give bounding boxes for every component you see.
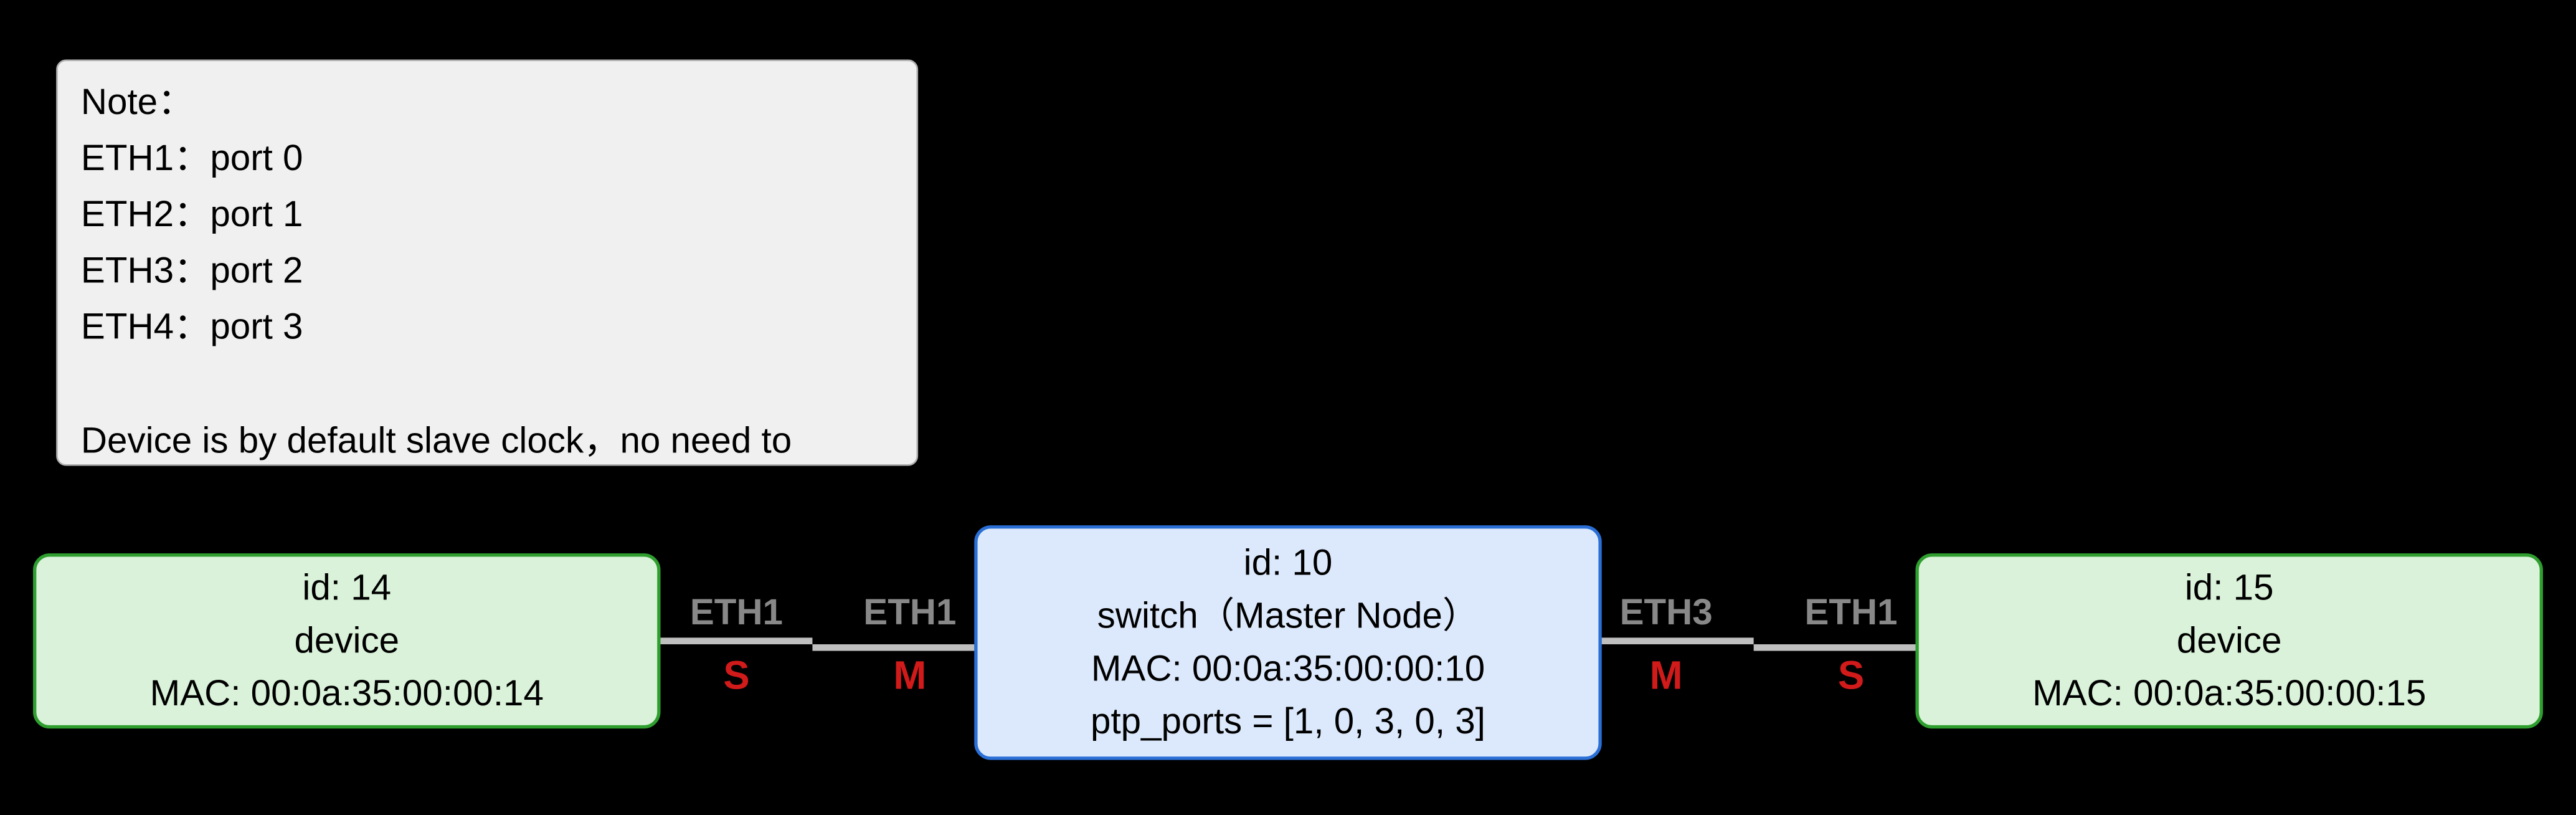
link-left-segment-a	[661, 637, 813, 644]
link-right-eth-b: ETH1	[1805, 591, 1898, 634]
node-id: id: 14	[46, 562, 647, 615]
node-type: switch（Master Node）	[987, 590, 1588, 643]
node-mac: MAC: 00:0a:35:00:00:15	[1929, 667, 2530, 720]
node-device-left: id: 14 device MAC: 00:0a:35:00:00:14	[33, 553, 660, 728]
note-line-eth3: ETH3：port 2	[81, 243, 893, 299]
link-left-ms-a: S	[723, 654, 749, 700]
node-type: device	[46, 614, 647, 667]
node-switch: id: 10 switch（Master Node） MAC: 00:0a:35…	[974, 525, 1601, 760]
link-right-ms-a: M	[1650, 654, 1683, 700]
diagram-canvas: Note： ETH1：port 0 ETH2：port 1 ETH3：port …	[0, 0, 2576, 814]
note-line-eth2: ETH2：port 1	[81, 187, 893, 243]
note-line-eth1: ETH1：port 0	[81, 131, 893, 187]
node-mac: MAC: 00:0a:35:00:00:14	[46, 667, 647, 720]
node-id: id: 15	[1929, 562, 2530, 615]
node-device-right: id: 15 device MAC: 00:0a:35:00:00:15	[1915, 553, 2542, 728]
note-footer: Device is by default slave clock，no need…	[81, 412, 893, 466]
link-left-segment-b	[812, 644, 974, 651]
link-right-segment-a	[1602, 637, 1754, 644]
link-right-ms-b: S	[1838, 654, 1864, 700]
node-id: id: 10	[987, 537, 1588, 590]
link-left-ms-b: M	[893, 654, 926, 700]
link-left-eth-b: ETH1	[863, 591, 956, 634]
note-title: Note：	[81, 74, 893, 130]
node-ptp: ptp_ports = [1, 0, 3, 0, 3]	[987, 695, 1588, 748]
link-right-segment-b	[1754, 644, 1916, 651]
node-type: device	[1929, 614, 2530, 667]
link-right-eth-a: ETH3	[1620, 591, 1713, 634]
note-line-eth4: ETH4：port 3	[81, 300, 893, 356]
link-left-eth-a: ETH1	[690, 591, 783, 634]
note-blank	[81, 356, 893, 412]
note-box: Note： ETH1：port 0 ETH2：port 1 ETH3：port …	[56, 59, 918, 465]
node-mac: MAC: 00:0a:35:00:00:10	[987, 642, 1588, 695]
